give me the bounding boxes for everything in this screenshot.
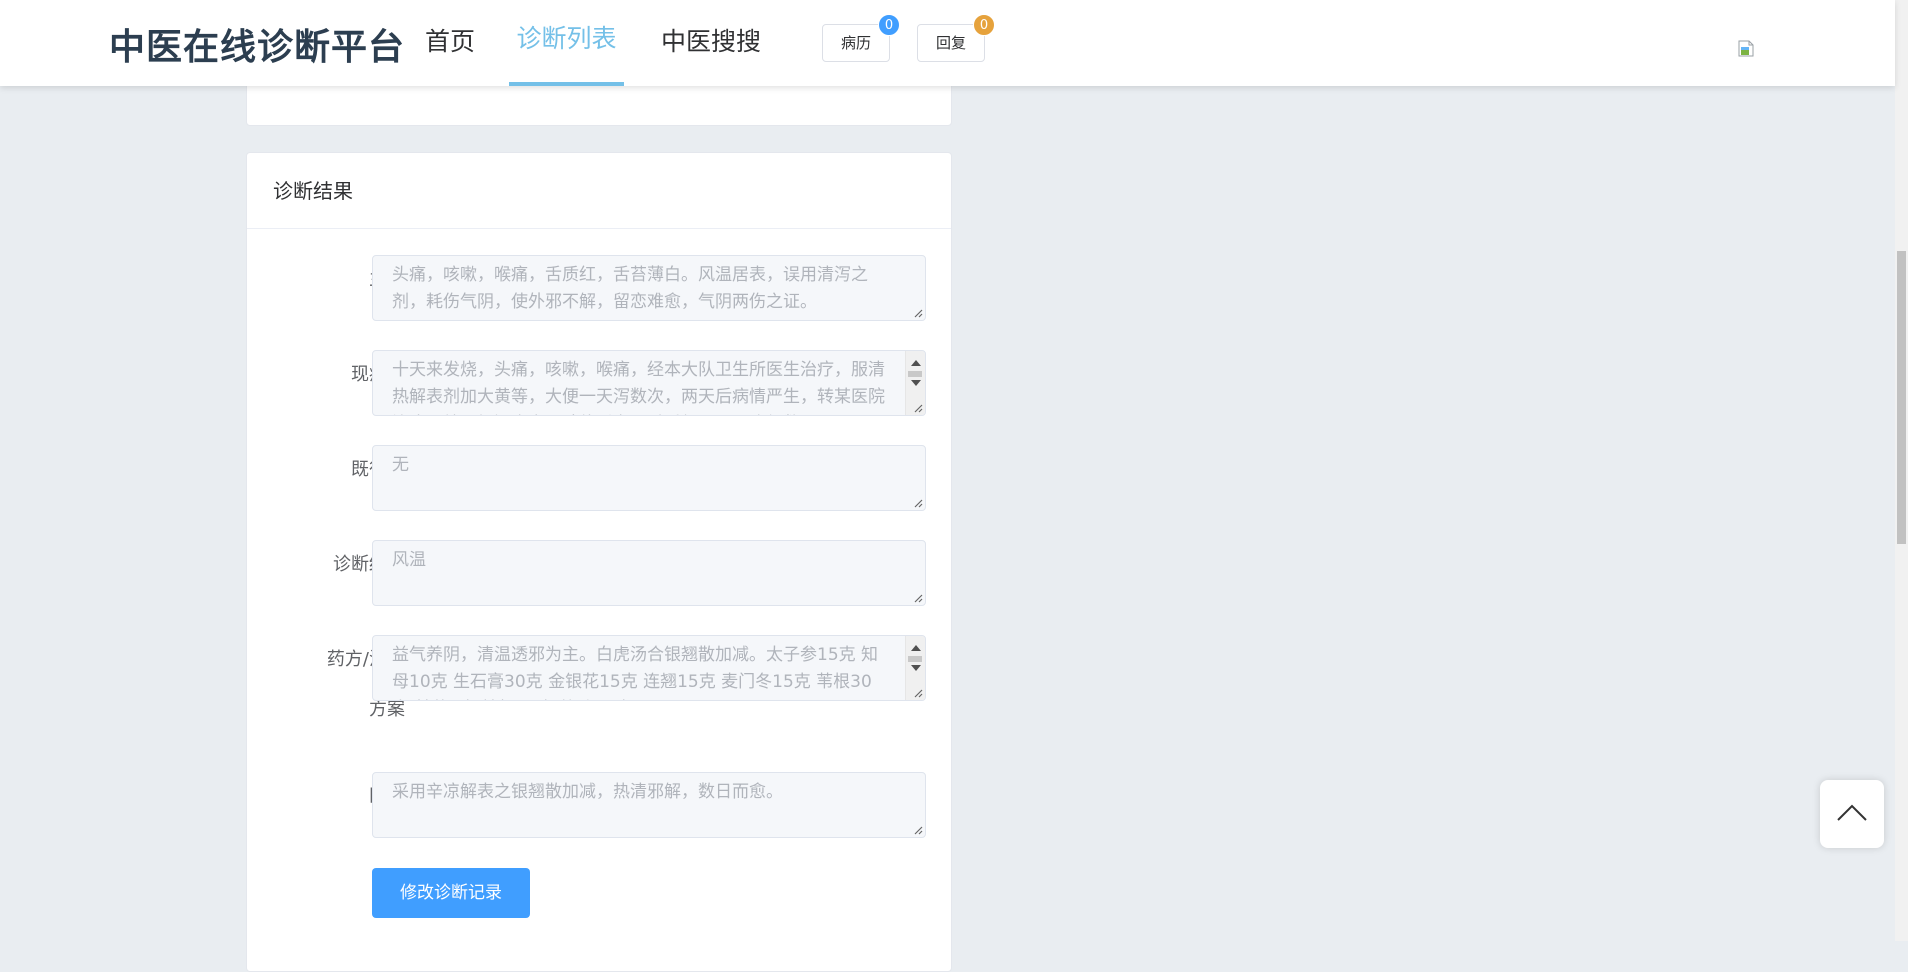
diagnosis-textarea[interactable]: 风温 (372, 540, 926, 606)
scroll-down-arrow-icon[interactable] (911, 665, 921, 671)
page-scrollbar[interactable] (1895, 0, 1908, 941)
nav-home[interactable]: 首页 (425, 0, 475, 86)
user-avatar-broken-image-icon[interactable] (1737, 40, 1755, 58)
prescription-textarea[interactable]: 益气养阴，清温透邪为主。白虎汤合银翘散加减。太子参15克 知母10克 生石膏30… (372, 635, 926, 701)
chief-complaint-value: 头痛，咳嗽，喉痛，舌质红，舌苔薄白。风温居表，误用清泻之剂，耗伤气阴，使外邪不解… (392, 265, 868, 312)
resize-handle-icon[interactable] (913, 403, 923, 413)
scroll-up-arrow-icon[interactable] (911, 360, 921, 366)
top-navbar: 中医在线诊断平台 首页 诊断列表 中医搜搜 病历 0 回复 0 (0, 0, 1895, 86)
replies-badge: 0 (973, 14, 995, 36)
replies-label: 回复 (935, 34, 966, 52)
present-illness-value: 十天来发烧，头痛，咳嗽，喉痛，经本大队卫生所医生治疗，服清热解表剂加大黄等，大便… (392, 360, 885, 415)
medical-records-badge: 0 (878, 14, 900, 36)
chevron-up-icon (1837, 804, 1867, 821)
present-illness-textarea[interactable]: 十天来发烧，头痛，咳嗽，喉痛，经本大队卫生所医生治疗，服清热解表剂加大黄等，大便… (372, 350, 926, 416)
scroll-down-arrow-icon[interactable] (911, 380, 921, 386)
resize-handle-icon[interactable] (913, 825, 923, 835)
nav-diagnosis-list[interactable]: 诊断列表 (509, 0, 624, 86)
prescription-value: 益气养阴，清温透邪为主。白虎汤合银翘散加减。太子参15克 知母10克 生石膏30… (392, 645, 879, 700)
doctor-advice-textarea[interactable]: 采用辛凉解表之银翘散加减，热清邪解，数日而愈。 (372, 772, 926, 838)
medical-records-button[interactable]: 病历 0 (822, 14, 900, 62)
past-history-value: 无 (392, 455, 409, 475)
edit-diagnosis-record-button[interactable]: 修改诊断记录 (372, 868, 530, 918)
doctor-advice-value: 采用辛凉解表之银翘散加减，热清邪解，数日而愈。 (392, 782, 783, 802)
replies-button[interactable]: 回复 0 (917, 14, 995, 62)
card-title: 诊断结果 (247, 153, 951, 229)
site-logo[interactable]: 中医在线诊断平台 (109, 18, 405, 70)
past-history-textarea[interactable]: 无 (372, 445, 926, 511)
chief-complaint-textarea[interactable]: 头痛，咳嗽，喉痛，舌质红，舌苔薄白。风温居表，误用清泻之剂，耗伤气阴，使外邪不解… (372, 255, 926, 321)
nav-tcm-search[interactable]: 中医搜搜 (661, 0, 761, 86)
scroll-thumb[interactable] (908, 656, 922, 662)
medical-records-label: 病历 (840, 34, 871, 52)
page-scroll-thumb[interactable] (1897, 251, 1906, 544)
diagnosis-value: 风温 (392, 550, 426, 570)
nav-diagnosis-list-label: 诊断列表 (516, 24, 617, 53)
scroll-thumb[interactable] (908, 371, 922, 377)
resize-handle-icon[interactable] (913, 688, 923, 698)
resize-handle-icon[interactable] (913, 593, 923, 603)
back-to-top-button[interactable] (1820, 780, 1884, 848)
resize-handle-icon[interactable] (913, 498, 923, 508)
resize-handle-icon[interactable] (913, 308, 923, 318)
diagnosis-result-card: 诊断结果 主诉 头痛，咳嗽，喉痛，舌质红，舌苔薄白。风温居表，误用清泻之剂，耗伤… (246, 152, 952, 972)
nav-active-indicator (509, 82, 624, 86)
scroll-up-arrow-icon[interactable] (911, 645, 921, 651)
